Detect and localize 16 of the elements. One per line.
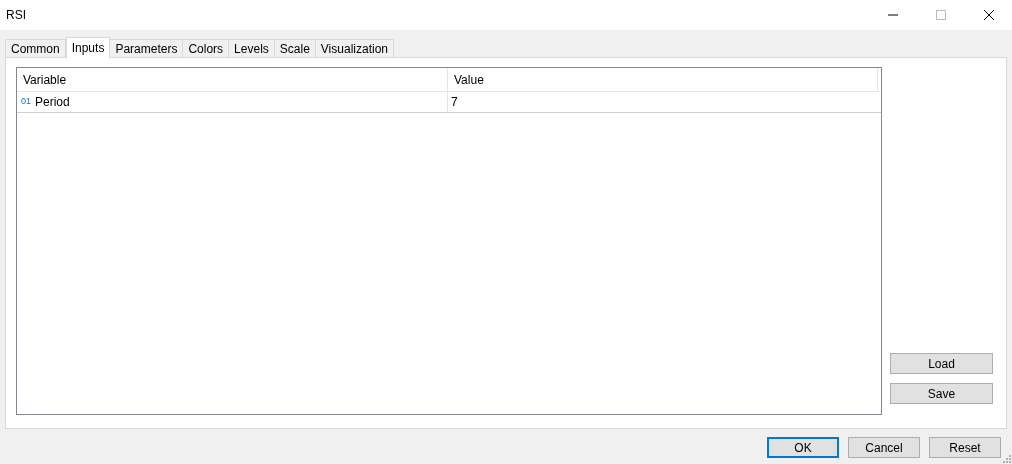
- tab[interactable]: Inputs: [65, 37, 111, 58]
- table-cell-text: Period: [35, 94, 70, 111]
- close-icon[interactable]: [983, 9, 995, 21]
- integer-type-label: 01: [21, 95, 31, 109]
- table-cell[interactable]: 7: [448, 92, 458, 112]
- column-header[interactable]: Variable: [17, 68, 448, 91]
- tab[interactable]: Common: [5, 39, 66, 57]
- tab[interactable]: Visualization: [314, 39, 394, 57]
- dialog-button[interactable]: Cancel: [848, 437, 920, 458]
- side-button[interactable]: Save: [890, 383, 993, 404]
- window-title: RSI: [6, 7, 26, 24]
- column-header[interactable]: Value: [448, 68, 878, 91]
- resize-grip-icon[interactable]: [1003, 455, 1011, 463]
- dialog-button[interactable]: OK: [767, 437, 839, 458]
- dialog-button[interactable]: Reset: [929, 437, 1001, 458]
- side-button[interactable]: Load: [890, 353, 993, 374]
